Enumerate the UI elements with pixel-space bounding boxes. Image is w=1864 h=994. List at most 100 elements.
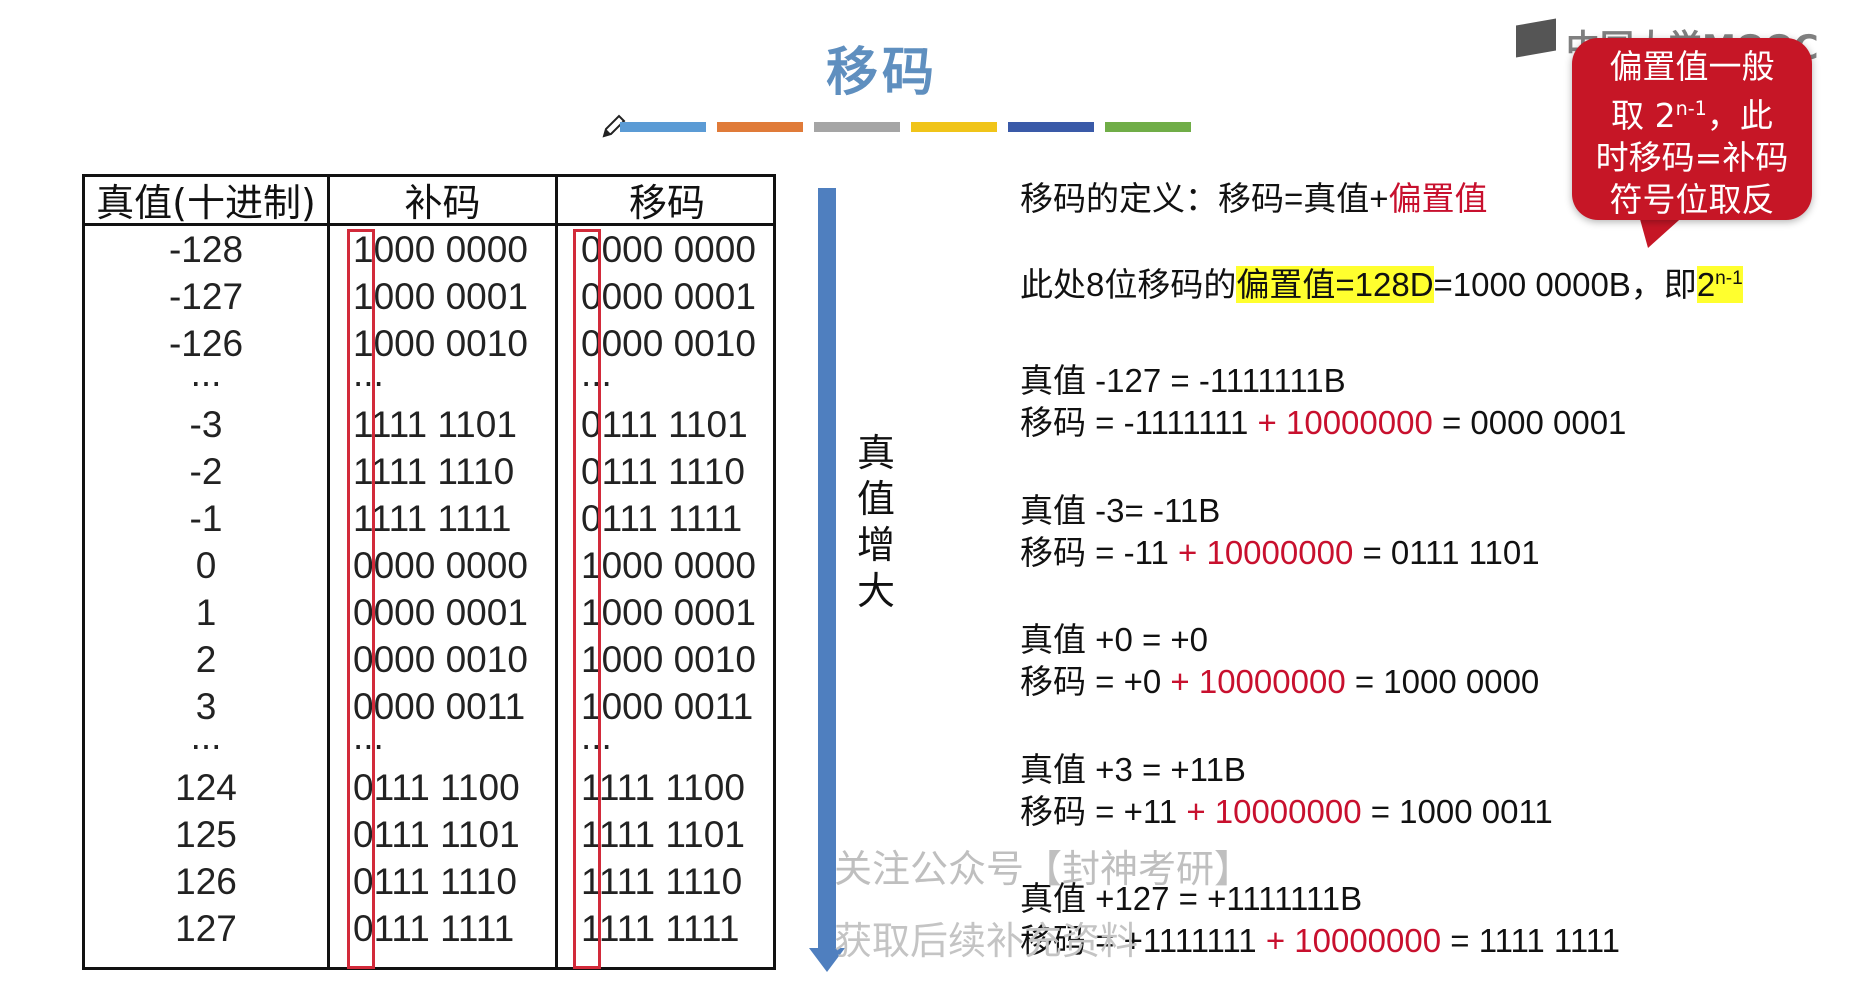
callout-text: ，此 bbox=[1706, 96, 1773, 135]
cell-twos-complement: 1000 0001 bbox=[353, 276, 528, 317]
color-bar bbox=[1105, 122, 1191, 132]
cell-excess-code: 1000 0000 bbox=[581, 545, 756, 586]
cell-true-value: 124 bbox=[175, 767, 237, 808]
color-bar bbox=[911, 122, 997, 132]
arrow-label-char: 值 bbox=[856, 477, 895, 521]
cell-excess-code: 1111 1100 bbox=[581, 767, 745, 808]
code-table: 真值(十进制) 补码 移码 -128 1000 0000 0000 0000 -127… bbox=[82, 174, 776, 970]
bias-note-prefix: 此处8位移码的 bbox=[1020, 266, 1237, 303]
callout-text: 取 2 bbox=[1611, 96, 1676, 135]
cell-excess-code: 0111 1111 bbox=[581, 498, 743, 539]
cell-excess-code: ... bbox=[581, 353, 612, 394]
watermark-line: 获取后续补充资料 bbox=[834, 919, 1139, 963]
bias-value-highlight: 偏置值=128D bbox=[1236, 266, 1434, 303]
bias-term: 偏置值 bbox=[1388, 180, 1488, 217]
example-bias: + 10000000 bbox=[1265, 922, 1442, 959]
example-bias: + 10000000 bbox=[1257, 404, 1433, 441]
callout-line: 时移码=补码 bbox=[1595, 138, 1789, 177]
cell-true-value: 126 bbox=[175, 861, 237, 902]
example-result: = 1111 1111 bbox=[1441, 922, 1620, 959]
callout-line: 偏置值一般 bbox=[1609, 47, 1775, 86]
bias-note-line: 此处8位移码的偏置值=128D=1000 0000B，即2n-1 bbox=[1020, 258, 1743, 306]
cell-twos-complement: ... bbox=[353, 353, 384, 394]
cell-excess-code: 1111 1101 bbox=[581, 814, 745, 855]
header-excess-code: 移码 bbox=[628, 181, 705, 225]
table-header-row: 真值(十进制) 补码 移码 bbox=[85, 177, 773, 226]
definition-text: 移码的定义：移码=真值+ bbox=[1020, 180, 1389, 217]
cell-excess-code: 1000 0001 bbox=[581, 592, 756, 633]
example-true-value: 真值 -127 = -1111111B bbox=[1020, 362, 1346, 399]
cell-true-value: -128 bbox=[168, 229, 244, 270]
cell-true-value: -3 bbox=[189, 404, 223, 445]
arrow-label-char: 增 bbox=[856, 523, 895, 567]
watermark-line: 关注公众号【封神考研】 bbox=[834, 847, 1253, 891]
cell-true-value: 125 bbox=[175, 814, 237, 855]
example-true-value: 真值 +0 = +0 bbox=[1020, 621, 1209, 658]
example-excess-code: 移码 = +11 + 10000000 = 1000 0011 bbox=[1020, 785, 1553, 833]
cell-twos-complement: 1000 0000 bbox=[353, 229, 528, 270]
cell-excess-code: ... bbox=[581, 716, 612, 757]
cell-true-value: -127 bbox=[168, 276, 244, 317]
cell-true-value: ... bbox=[190, 716, 222, 757]
cell-twos-complement: 0000 0000 bbox=[353, 545, 528, 586]
cell-twos-complement: ... bbox=[353, 716, 384, 757]
callout-line: 取 2n-1，此 bbox=[1572, 88, 1812, 137]
cell-true-value: 1 bbox=[195, 592, 217, 633]
cell-true-value: 0 bbox=[195, 545, 217, 586]
page-title: 移码 bbox=[825, 43, 938, 103]
bias-power-highlight: 2n-1 bbox=[1696, 266, 1743, 303]
cell-true-value: ... bbox=[190, 353, 222, 394]
cell-true-value: 2 bbox=[195, 639, 217, 680]
cell-excess-code: 1111 1111 bbox=[581, 908, 740, 949]
example-result: = 0000 0001 bbox=[1432, 404, 1627, 441]
callout-note: 偏置值一般 取 2n-1，此 时移码=补码 符号位取反 bbox=[1572, 38, 1812, 220]
cell-excess-code: 0000 0000 bbox=[581, 229, 756, 270]
bias-note-mid: =1000 0000B，即 bbox=[1433, 266, 1697, 303]
arrow-label: 真 值 增 大 bbox=[856, 430, 896, 614]
color-bar bbox=[717, 122, 803, 132]
header-twos-complement: 补码 bbox=[404, 181, 481, 225]
cell-twos-complement: 0111 1111 bbox=[353, 908, 515, 949]
color-bar bbox=[1008, 122, 1094, 132]
color-bar bbox=[620, 122, 706, 132]
example-excess-code: 移码 = +0 + 10000000 = 1000 0000 bbox=[1020, 655, 1539, 703]
arrow-label-char: 大 bbox=[856, 569, 895, 613]
example-expr: 移码 = -11 bbox=[1020, 534, 1179, 571]
cell-twos-complement: 0000 0010 bbox=[353, 639, 528, 680]
header-true-value: 真值(十进制) bbox=[96, 181, 316, 225]
cell-true-value: -2 bbox=[189, 451, 223, 492]
example-result: = 1000 0011 bbox=[1361, 793, 1553, 830]
example-bias: + 10000000 bbox=[1186, 793, 1362, 830]
cell-excess-code: 0111 1110 bbox=[581, 451, 745, 492]
example-true-value: 真值 -3= -11B bbox=[1020, 492, 1221, 529]
example-result: = 0111 1101 bbox=[1353, 534, 1540, 571]
example-expr: 移码 = +0 bbox=[1020, 663, 1171, 700]
cell-twos-complement: 1111 1110 bbox=[353, 451, 515, 492]
color-bar bbox=[814, 122, 900, 132]
sign-bit-highlight-complement bbox=[347, 229, 375, 969]
bias-power-exp: n-1 bbox=[1715, 268, 1743, 289]
example-bias: + 10000000 bbox=[1178, 534, 1354, 571]
sign-bit-highlight-excess bbox=[573, 229, 601, 969]
callout-exp: n-1 bbox=[1675, 97, 1707, 120]
example-excess-code: 移码 = -11 + 10000000 = 0111 1101 bbox=[1020, 526, 1540, 574]
cell-twos-complement: 1111 1111 bbox=[353, 498, 512, 539]
example-expr: 移码 = -1111111 bbox=[1020, 404, 1258, 441]
cell-twos-complement: 0111 1101 bbox=[353, 814, 520, 855]
arrow-label-char: 真 bbox=[856, 431, 895, 475]
definition-line: 移码的定义：移码=真值+偏置值 bbox=[1020, 172, 1488, 220]
callout-line: 符号位取反 bbox=[1609, 180, 1775, 219]
cell-true-value: 127 bbox=[175, 908, 237, 949]
bias-power-base: 2 bbox=[1696, 266, 1716, 303]
cell-twos-complement: 0111 1100 bbox=[353, 767, 520, 808]
cell-twos-complement: 0111 1110 bbox=[353, 861, 517, 902]
cell-excess-code: 1111 1110 bbox=[581, 861, 743, 902]
example-result: = 1000 0000 bbox=[1345, 663, 1540, 700]
cell-excess-code: 1000 0010 bbox=[581, 639, 756, 680]
cell-true-value: -1 bbox=[189, 498, 223, 539]
cell-excess-code: 0111 1101 bbox=[581, 404, 748, 445]
example-excess-code: 移码 = -1111111 + 10000000 = 0000 0001 bbox=[1020, 396, 1626, 444]
example-true-value: 真值 +3 = +11B bbox=[1020, 751, 1246, 788]
cell-excess-code: 0000 0001 bbox=[581, 276, 756, 317]
column-divider bbox=[327, 177, 330, 967]
